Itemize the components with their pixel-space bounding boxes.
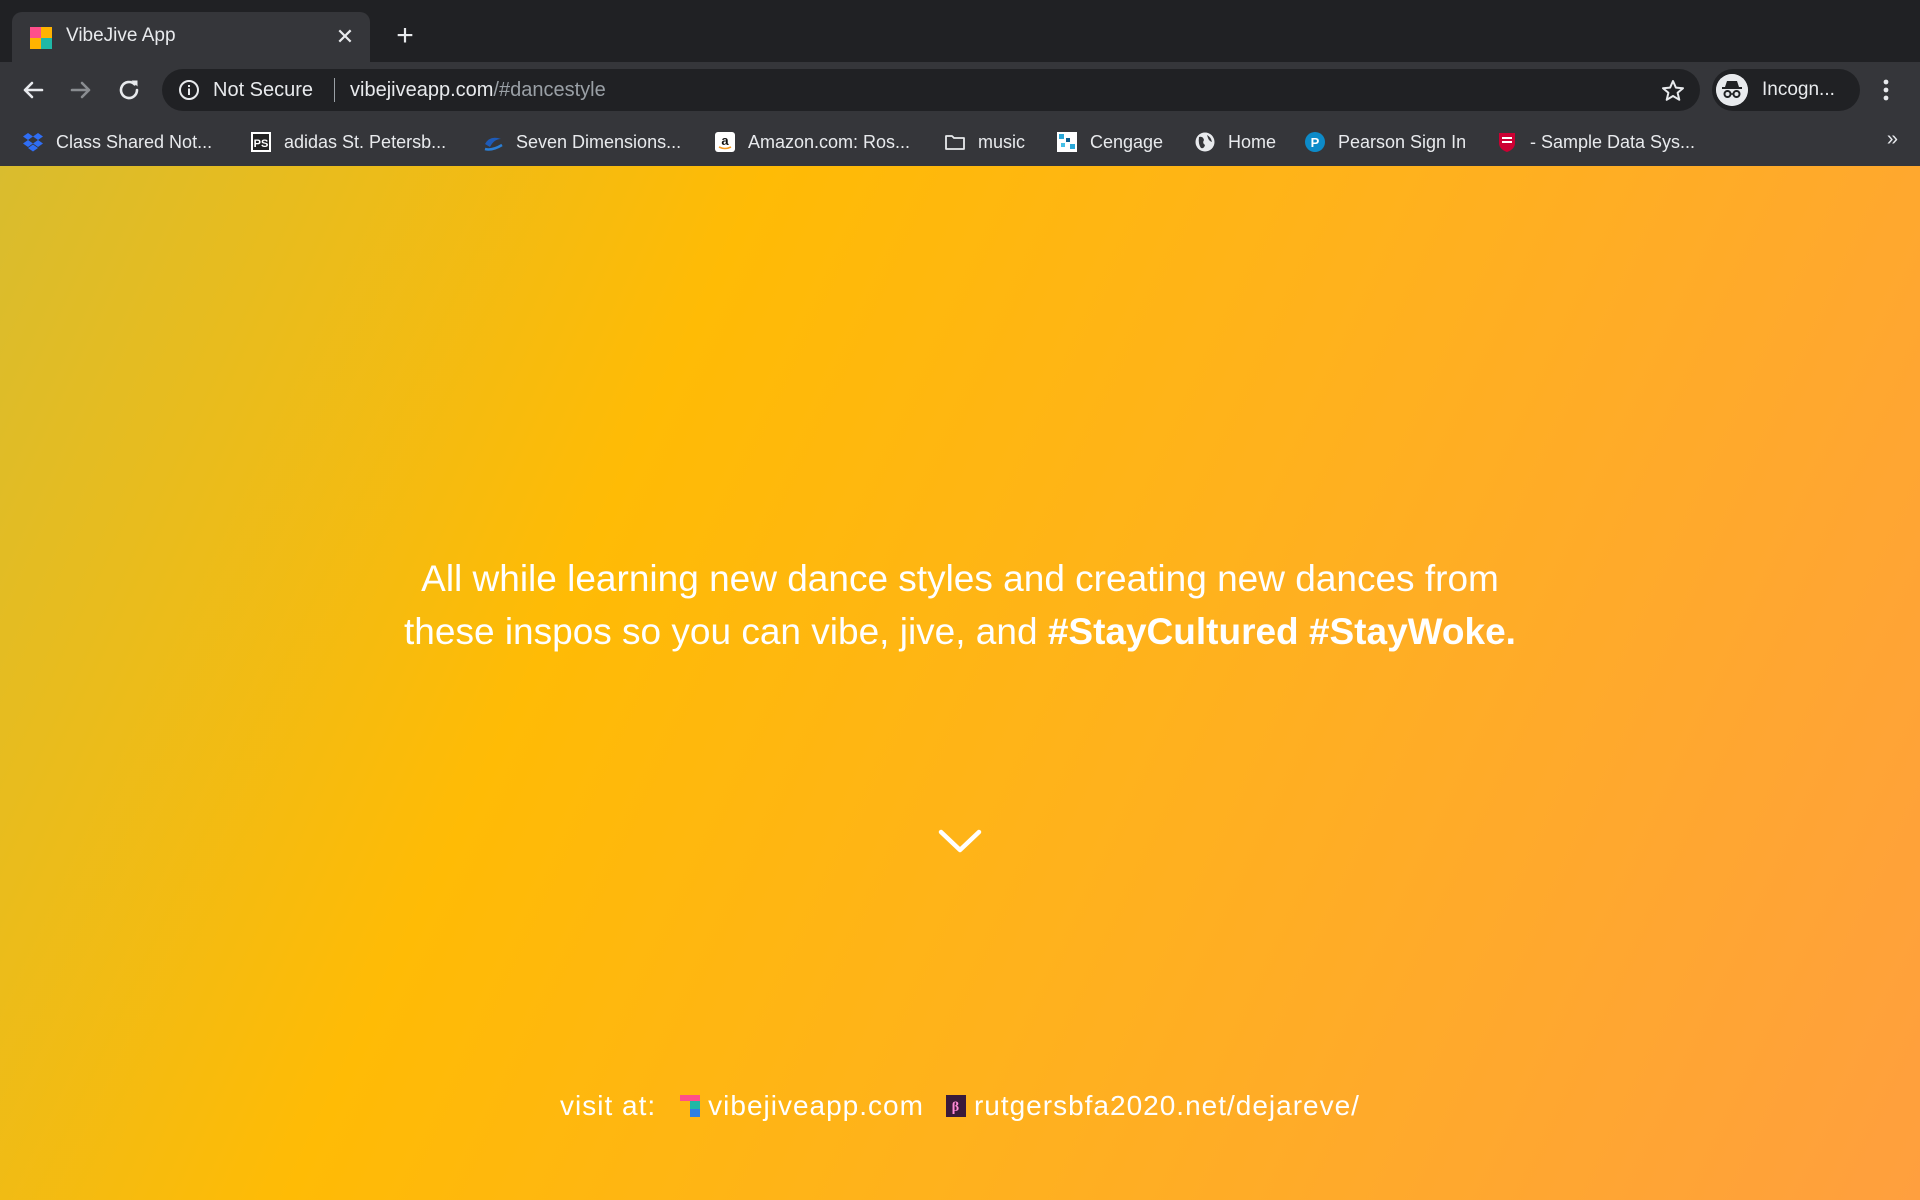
visit-label: visit at: bbox=[560, 1090, 657, 1121]
vibejive-logo-icon bbox=[680, 1095, 701, 1117]
svg-text:P: P bbox=[1311, 135, 1320, 150]
url-host: vibejiveapp.com bbox=[350, 79, 494, 101]
bookmark-item[interactable]: Home bbox=[1194, 129, 1276, 155]
incognito-icon bbox=[1716, 74, 1748, 106]
bookmark-item[interactable]: Seven Dimensions... bbox=[482, 129, 681, 155]
bookmark-label: adidas St. Petersb... bbox=[284, 131, 447, 152]
cengage-icon bbox=[1057, 132, 1077, 152]
url-text[interactable]: vibejiveapp.com/#dancestyle bbox=[350, 79, 606, 102]
bookmark-label: Home bbox=[1228, 131, 1277, 152]
browser-toolbar: Not Secure vibejiveapp.com/#dancestyle I… bbox=[0, 62, 1920, 117]
bookmark-label: Seven Dimensions... bbox=[516, 131, 682, 152]
bookmarks-overflow-button[interactable]: » bbox=[1887, 128, 1898, 151]
reload-icon[interactable] bbox=[114, 75, 144, 105]
bookmark-item[interactable]: Class Shared Not... bbox=[22, 129, 212, 155]
dejareve-link[interactable]: rutgersbfa2020.net/dejareve/ bbox=[974, 1090, 1360, 1122]
headline-text: All while learning new dance styles and … bbox=[360, 552, 1560, 658]
url-path: /#dancestyle bbox=[493, 79, 606, 101]
bookmark-label: - Sample Data Sys... bbox=[1530, 131, 1696, 152]
bookmark-item[interactable]: - Sample Data Sys... bbox=[1496, 129, 1695, 155]
folder-icon bbox=[945, 135, 965, 150]
info-icon[interactable] bbox=[178, 79, 200, 101]
browser-tab[interactable]: VibeJive App ✕ bbox=[12, 12, 370, 62]
bookmark-label: Pearson Sign In bbox=[1338, 131, 1467, 152]
headline-line-1: All while learning new dance styles and … bbox=[421, 558, 1499, 599]
incognito-profile-button[interactable]: Incogn... bbox=[1712, 69, 1860, 111]
svg-text:β: β bbox=[952, 1100, 960, 1115]
dropbox-icon bbox=[23, 133, 43, 152]
profile-label: Incogn... bbox=[1762, 79, 1835, 100]
bookmark-label: music bbox=[978, 131, 1026, 152]
globe-icon bbox=[1195, 132, 1215, 152]
bookmark-item[interactable]: a Amazon.com: Ros... bbox=[714, 129, 910, 155]
pearson-icon: P bbox=[1305, 132, 1325, 152]
vibejive-link[interactable]: vibejiveapp.com bbox=[708, 1090, 924, 1122]
tab-title: VibeJive App bbox=[66, 25, 176, 46]
amazon-icon: a bbox=[715, 132, 735, 152]
seven-dimensions-icon bbox=[484, 137, 503, 151]
close-tab-icon[interactable]: ✕ bbox=[332, 24, 358, 50]
headline-line-2: these inspos so you can vibe, jive, and bbox=[404, 611, 1048, 652]
address-bar[interactable]: Not Secure vibejiveapp.com/#dancestyle bbox=[162, 69, 1700, 111]
page-content: All while learning new dance styles and … bbox=[0, 166, 1920, 1200]
forward-arrow-icon[interactable] bbox=[66, 75, 96, 105]
new-tab-button[interactable]: + bbox=[390, 21, 420, 52]
bookmark-star-icon[interactable] bbox=[1660, 78, 1686, 104]
bookmark-item[interactable]: music bbox=[944, 129, 1025, 155]
svg-text:PS: PS bbox=[254, 138, 269, 150]
scroll-down-chevron-icon[interactable] bbox=[937, 826, 983, 856]
vibejive-logo-icon bbox=[30, 27, 52, 49]
tab-strip: VibeJive App ✕ + bbox=[0, 0, 1920, 62]
more-menu-icon[interactable] bbox=[1874, 76, 1898, 104]
address-separator bbox=[334, 78, 335, 102]
rutgers-icon bbox=[1499, 133, 1515, 152]
bookmark-item[interactable]: PS adidas St. Petersb... bbox=[250, 129, 446, 155]
security-status[interactable]: Not Secure bbox=[213, 79, 313, 102]
bookmark-label: Cengage bbox=[1090, 131, 1164, 152]
bookmarks-bar: Class Shared Not... PS adidas St. Peters… bbox=[0, 117, 1920, 167]
dejareve-logo-icon: β bbox=[945, 1095, 966, 1117]
bookmark-item[interactable]: P Pearson Sign In bbox=[1304, 129, 1466, 155]
headline-hashtags: #StayCultured #StayWoke. bbox=[1047, 611, 1516, 652]
footer-links: visit at: vibejiveapp.com β rutgersbfa20… bbox=[0, 1090, 1920, 1122]
bookmark-label: Class Shared Not... bbox=[56, 131, 213, 152]
bookmark-label: Amazon.com: Ros... bbox=[748, 131, 911, 152]
ps-icon: PS bbox=[251, 132, 271, 152]
bookmark-item[interactable]: Cengage bbox=[1056, 129, 1163, 155]
svg-text:a: a bbox=[721, 133, 729, 148]
back-arrow-icon[interactable] bbox=[18, 75, 48, 105]
